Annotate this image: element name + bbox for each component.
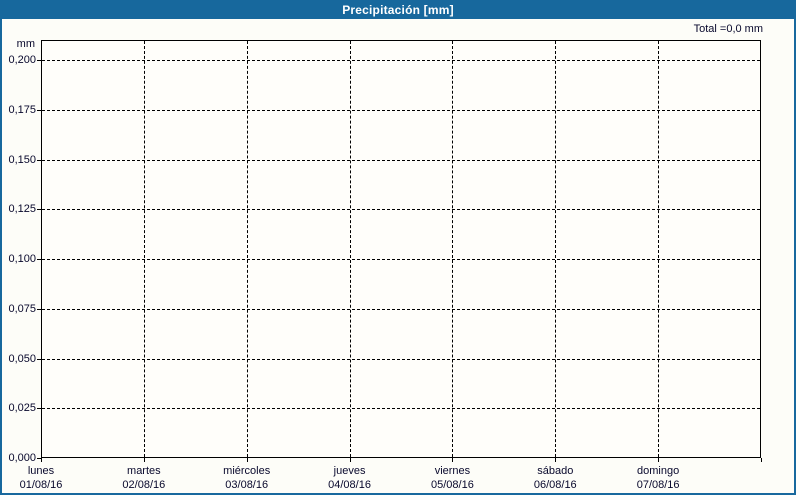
day-date: 07/08/16: [636, 479, 680, 491]
vertical-gridline: [658, 41, 660, 457]
y-axis-tick: [37, 159, 41, 161]
vertical-gridline: [349, 41, 351, 457]
y-axis-tick: [37, 408, 41, 410]
y-axis-tick-label: 0,100: [8, 253, 36, 265]
x-axis-tick: [247, 458, 248, 462]
y-axis-tick: [37, 109, 41, 111]
y-axis-tick: [37, 358, 41, 360]
x-axis-day-label: lunes 01/08/16: [0, 464, 91, 492]
x-axis-day-label: jueves 04/08/16: [300, 464, 400, 492]
day-name: domingo: [637, 465, 680, 477]
x-axis-day-label: martes 02/08/16: [94, 464, 194, 492]
day-name: lunes: [27, 465, 55, 477]
y-axis-tick-label: 0,150: [8, 153, 36, 166]
day-date: 04/08/16: [328, 479, 371, 491]
vertical-gridline: [452, 41, 454, 457]
x-axis-tick: [144, 458, 145, 462]
x-axis-tick: [658, 458, 659, 462]
day-date: 03/08/16: [225, 479, 269, 491]
y-axis-tick-label: 0,025: [8, 402, 36, 415]
x-axis-tick: [350, 458, 351, 462]
y-axis-tick-label: 0,175: [8, 103, 36, 116]
day-date: 05/08/16: [431, 479, 474, 491]
x-axis-day-label: sábado 06/08/16: [505, 464, 605, 492]
horizontal-gridline: [42, 358, 760, 360]
x-axis-tick: [555, 458, 556, 462]
y-axis-tick: [37, 60, 41, 61]
x-axis-day-label: domingo 07/08/16: [608, 464, 708, 492]
day-date: 01/08/16: [19, 479, 63, 491]
day-date: 02/08/16: [122, 479, 166, 491]
vertical-gridline: [246, 41, 248, 457]
horizontal-gridline: [42, 60, 760, 61]
day-name: sábado: [537, 465, 574, 477]
day-name: miércoles: [223, 465, 271, 477]
x-axis-day-label: miércoles 03/08/16: [197, 464, 297, 492]
y-axis-tick-label: 0,200: [8, 54, 36, 66]
day-name: martes: [127, 465, 161, 477]
vertical-gridline: [555, 41, 557, 457]
plot-area[interactable]: [41, 40, 761, 458]
day-name: viernes: [434, 465, 471, 477]
total-annotation: Total =0,0 mm: [693, 23, 763, 35]
chart-window: Precipitación [mm] Total =0,0 mm mm 0,20…: [0, 0, 800, 500]
day-name: jueves: [333, 465, 366, 477]
x-axis-tick: [761, 458, 762, 462]
x-axis-tick: [452, 458, 453, 462]
y-axis-tick: [37, 308, 41, 310]
y-axis-tick-label: 0,000: [8, 452, 36, 464]
horizontal-gridline: [42, 159, 760, 161]
y-axis-tick-label: 0,075: [8, 302, 36, 315]
horizontal-gridline: [42, 308, 760, 310]
x-axis-tick: [41, 458, 42, 462]
y-axis-tick-label: 0,125: [8, 203, 36, 216]
chart-title: Precipitación [mm]: [342, 3, 454, 17]
horizontal-gridline: [42, 259, 760, 260]
x-axis-day-label: viernes 05/08/16: [402, 464, 502, 492]
horizontal-gridline: [42, 408, 760, 410]
vertical-gridline: [143, 41, 145, 457]
y-axis-unit-label: mm: [16, 38, 35, 50]
horizontal-gridline: [42, 109, 760, 111]
y-axis-tick: [37, 209, 41, 211]
chart-titlebar: Precipitación [mm]: [2, 2, 794, 19]
y-axis-tick-label: 0,050: [8, 352, 36, 365]
day-date: 06/08/16: [533, 479, 577, 491]
horizontal-gridline: [42, 209, 760, 211]
y-axis-tick: [37, 259, 41, 260]
